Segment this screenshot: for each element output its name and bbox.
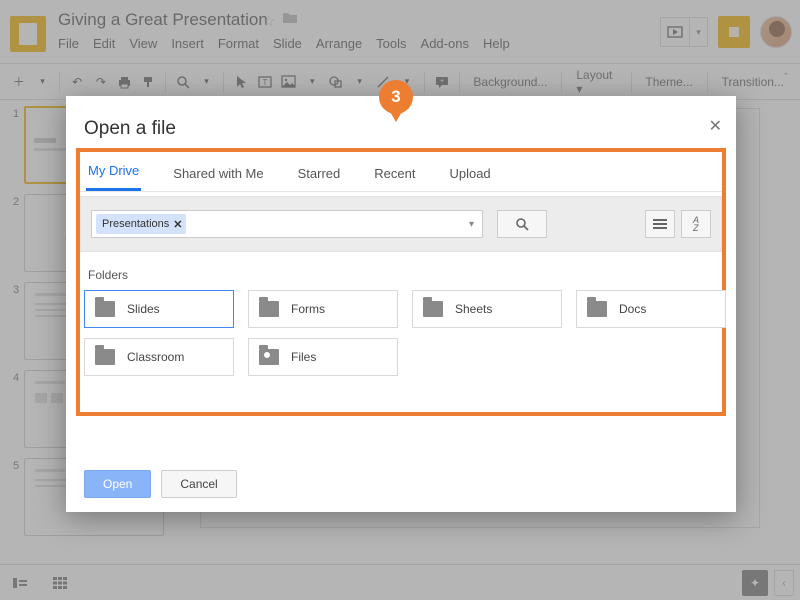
folder-icon [259, 301, 279, 317]
close-icon[interactable]: ✕ [709, 116, 722, 136]
folder-icon [95, 301, 115, 317]
tab-upload[interactable]: Upload [447, 166, 492, 191]
folder-forms[interactable]: Forms [248, 290, 398, 328]
folder-label: Files [291, 350, 316, 364]
tab-shared[interactable]: Shared with Me [171, 166, 265, 191]
folder-files[interactable]: Files [248, 338, 398, 376]
filter-input[interactable]: Presentations ✕ ▾ [91, 210, 483, 238]
search-button[interactable] [497, 210, 547, 238]
filter-chip[interactable]: Presentations ✕ [96, 214, 186, 234]
folder-slides[interactable]: Slides [84, 290, 234, 328]
folder-label: Classroom [127, 350, 184, 364]
modal-tabs: My Drive Shared with Me Starred Recent U… [80, 154, 722, 192]
modal-buttons: Open Cancel [84, 470, 237, 498]
open-button[interactable]: Open [84, 470, 151, 498]
tab-starred[interactable]: Starred [296, 166, 343, 191]
tab-my-drive[interactable]: My Drive [86, 163, 141, 191]
folders-heading: Folders [88, 268, 128, 282]
folder-docs[interactable]: Docs [576, 290, 726, 328]
tab-recent[interactable]: Recent [372, 166, 417, 191]
folder-icon [423, 301, 443, 317]
chip-remove-icon[interactable]: ✕ [173, 218, 182, 231]
folder-classroom[interactable]: Classroom [84, 338, 234, 376]
folder-icon [587, 301, 607, 317]
folder-sheets[interactable]: Sheets [412, 290, 562, 328]
step-callout-tail [389, 110, 403, 122]
folder-label: Slides [127, 302, 160, 316]
cancel-button[interactable]: Cancel [161, 470, 236, 498]
list-view-icon[interactable] [645, 210, 675, 238]
filter-chip-label: Presentations [102, 218, 169, 230]
folder-label: Docs [619, 302, 646, 316]
folder-icon [95, 349, 115, 365]
shared-folder-icon [259, 349, 279, 365]
chevron-down-icon[interactable]: ▾ [469, 219, 474, 230]
folder-label: Sheets [455, 302, 492, 316]
folder-label: Forms [291, 302, 325, 316]
sort-icon[interactable]: AZ [681, 210, 711, 238]
modal-title: Open a file [84, 118, 176, 140]
folders-grid: Slides Forms Sheets Docs Classroom Files [84, 290, 718, 376]
open-file-modal: Open a file ✕ My Drive Shared with Me St… [66, 96, 736, 512]
step-callout: 3 [379, 80, 413, 114]
filter-row: Presentations ✕ ▾ AZ [80, 196, 722, 252]
